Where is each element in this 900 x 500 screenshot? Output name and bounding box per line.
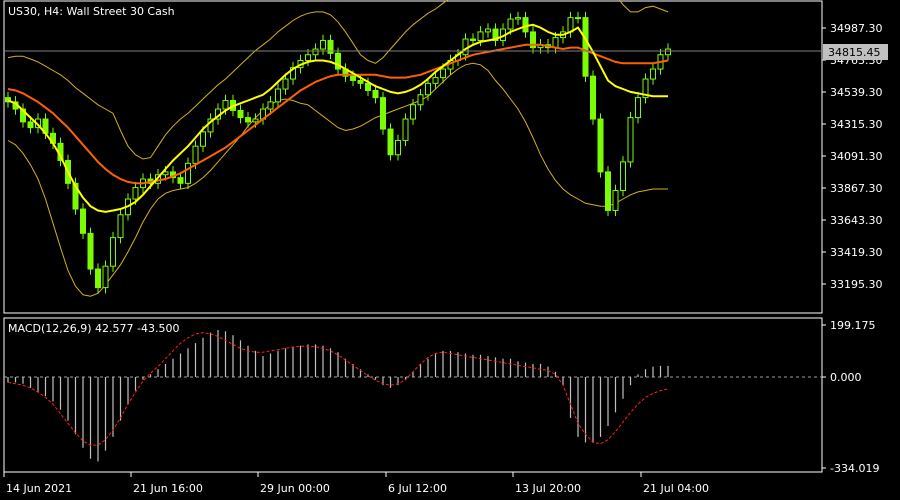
candle bbox=[582, 11, 589, 82]
price-tick-label: 34987.30 bbox=[830, 22, 883, 35]
candle bbox=[87, 227, 94, 275]
macd-tick-label: 199.175 bbox=[830, 319, 876, 332]
macd-panel-frame bbox=[3, 317, 823, 473]
price-tick-label: 33195.30 bbox=[830, 278, 883, 291]
time-axis: 14 Jun 2021 21 Jun 16:00 29 Jun 00:00 6 Jul… bbox=[3, 472, 709, 495]
macd-panel: MACD(12,26,9) 42.577 -43.500 bbox=[3, 317, 823, 473]
chart-title: US30, H4: Wall Street 30 Cash bbox=[8, 5, 175, 18]
candle bbox=[380, 91, 386, 135]
candle bbox=[620, 156, 626, 197]
price-panel-frame bbox=[3, 0, 823, 314]
price-panel: US30, H4: Wall Street 30 Cash bbox=[3, 0, 823, 314]
price-tick-label: 34315.30 bbox=[830, 118, 883, 131]
price-tick-label: 33867.30 bbox=[830, 182, 883, 195]
time-tick-label: 6 Jul 12:00 bbox=[388, 482, 447, 495]
price-tick-label: 33419.30 bbox=[830, 246, 883, 259]
macd-tick-label: 0.000 bbox=[830, 371, 862, 384]
chart: US30, H4: Wall Street 30 Cash 34987.30 34… bbox=[3, 0, 888, 495]
current-price-badge: 34815.45 bbox=[823, 44, 888, 60]
price-axis: 34987.3034763.3034539.3034315.3034091.30… bbox=[822, 22, 883, 291]
candle bbox=[387, 123, 394, 161]
price-tick-label: 34091.30 bbox=[830, 150, 883, 163]
candle bbox=[597, 113, 604, 178]
candle bbox=[627, 111, 634, 168]
candle bbox=[590, 70, 596, 125]
current-price-label: 34815.45 bbox=[828, 46, 881, 59]
candle bbox=[605, 166, 611, 217]
macd-axis: 199.175 0.000 -334.019 bbox=[822, 319, 879, 475]
time-tick-label: 13 Jul 20:00 bbox=[515, 482, 581, 495]
candle bbox=[110, 231, 116, 272]
macd-tick-label: -334.019 bbox=[830, 462, 879, 475]
candle bbox=[80, 203, 86, 240]
macd-title: MACD(12,26,9) 42.577 -43.500 bbox=[8, 322, 179, 335]
time-tick-label: 21 Jun 16:00 bbox=[133, 482, 203, 495]
time-tick-label: 21 Jul 04:00 bbox=[643, 482, 709, 495]
time-tick-label: 29 Jun 00:00 bbox=[260, 482, 330, 495]
time-tick-label: 14 Jun 2021 bbox=[6, 482, 72, 495]
price-tick-label: 34539.30 bbox=[830, 86, 883, 99]
price-tick-label: 33643.30 bbox=[830, 214, 883, 227]
